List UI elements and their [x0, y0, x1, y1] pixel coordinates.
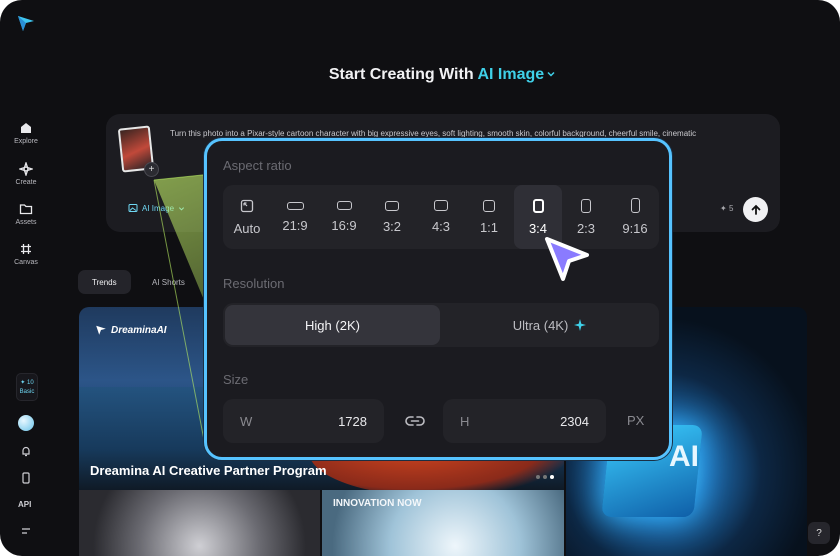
folder-icon — [19, 204, 33, 215]
width-value: 1728 — [338, 413, 367, 429]
hero-title: Dreamina AI Creative Partner Program — [90, 463, 327, 478]
aspect-option-21-9[interactable]: 21:9 — [271, 185, 319, 249]
dreamina-logo-icon[interactable] — [16, 13, 36, 33]
carousel-dots[interactable] — [536, 475, 554, 479]
resolution-label: Resolution — [223, 276, 285, 291]
gallery-tile-ornament[interactable] — [79, 490, 320, 556]
ratio-shape-icon — [286, 201, 304, 210]
width-field[interactable]: W 1728 — [223, 399, 384, 443]
link-icon[interactable] — [404, 411, 426, 431]
ai-chip-label: AI — [669, 440, 699, 473]
height-value: 2304 — [560, 413, 589, 429]
aspect-option-3-2[interactable]: 3:2 — [368, 185, 416, 249]
mode-selector[interactable]: AI Image — [477, 66, 556, 83]
ratio-shape-icon — [581, 198, 591, 213]
ratio-shape-icon — [385, 200, 399, 211]
unit-label: PX — [627, 413, 645, 428]
sidebar-item-explore[interactable]: Explore — [4, 121, 48, 145]
aspect-option-1-1[interactable]: 1:1 — [465, 185, 513, 249]
menu-icon[interactable] — [19, 524, 33, 538]
sidebar-item-label: Assets — [15, 219, 37, 226]
sidebar-item-label: Explore — [14, 138, 38, 145]
chevron-down-icon — [547, 71, 555, 77]
sparkle-icon — [19, 162, 33, 176]
ratio-shape-icon — [336, 201, 352, 210]
ratio-shape-icon — [434, 200, 448, 211]
width-label: W — [240, 413, 253, 429]
help-button[interactable]: ? — [808, 522, 830, 544]
pointer-cursor-icon — [545, 237, 589, 281]
phone-icon[interactable] — [19, 471, 33, 485]
resolution-options: High (2K) Ultra (4K) — [223, 303, 659, 347]
aspect-option-16-9[interactable]: 16:9 — [320, 185, 368, 249]
sidebar-item-canvas[interactable]: Canvas — [4, 242, 48, 266]
aspect-option-4-3[interactable]: 4:3 — [417, 185, 465, 249]
dreamina-logo-icon — [96, 325, 106, 335]
credits-value: ✦ 10 — [20, 380, 34, 386]
ai-image-mode-button[interactable]: AI Image — [120, 198, 193, 218]
chevron-down-icon — [178, 206, 185, 211]
ratio-shape-icon — [483, 199, 495, 212]
send-button[interactable] — [743, 197, 768, 222]
auto-ratio-icon — [240, 199, 254, 212]
tab-trends[interactable]: Trends — [78, 270, 131, 294]
home-icon — [21, 123, 31, 133]
ratio-shape-icon — [630, 198, 640, 213]
ratio-shape-icon — [532, 198, 544, 213]
sidebar-item-label: Create — [15, 179, 37, 186]
height-field[interactable]: H 2304 — [443, 399, 606, 443]
aspect-option-9-16[interactable]: 9:16 — [611, 185, 659, 249]
aspect-ratio-options: Auto 21:9 16:9 3:2 4:3 1:1 3:4 2:3 9:16 — [223, 185, 659, 249]
size-label: Size — [223, 372, 249, 387]
sidebar-item-assets[interactable]: Assets — [4, 202, 48, 226]
avatar[interactable] — [18, 415, 34, 431]
bell-icon[interactable] — [19, 444, 33, 458]
credits-badge[interactable]: ✦ 10 Basic — [16, 373, 38, 401]
page-title: Start Creating With AI Image — [0, 66, 840, 84]
plan-label: Basic — [19, 389, 35, 395]
aspect-option-auto[interactable]: Auto — [223, 185, 271, 249]
image-icon — [128, 204, 138, 212]
sparkle-icon — [574, 319, 587, 331]
resolution-high-button[interactable]: High (2K) — [225, 305, 440, 345]
credit-cost: ✦ 5 — [720, 204, 734, 213]
arrow-up-icon — [751, 204, 760, 215]
sidebar-item-label: Canvas — [14, 259, 38, 266]
brand-logo: DreaminaAI — [95, 324, 167, 336]
aspect-ratio-popover: Aspect ratio Auto 21:9 16:9 3:2 4:3 1:1 … — [204, 138, 672, 460]
add-image-button[interactable]: + — [144, 162, 159, 177]
app-window: Explore Create Assets Canvas ✦ 10 Basic … — [0, 0, 840, 556]
height-label: H — [460, 413, 470, 429]
tab-ai-shorts[interactable]: AI Shorts — [138, 270, 199, 294]
aspect-ratio-label: Aspect ratio — [223, 158, 292, 173]
resolution-ultra-button[interactable]: Ultra (4K) — [442, 305, 657, 345]
hash-icon — [21, 244, 31, 254]
gallery-tile-caption: INNOVATION NOW — [333, 498, 422, 509]
sidebar-item-create[interactable]: Create — [4, 162, 48, 186]
api-link[interactable]: API — [18, 500, 31, 509]
